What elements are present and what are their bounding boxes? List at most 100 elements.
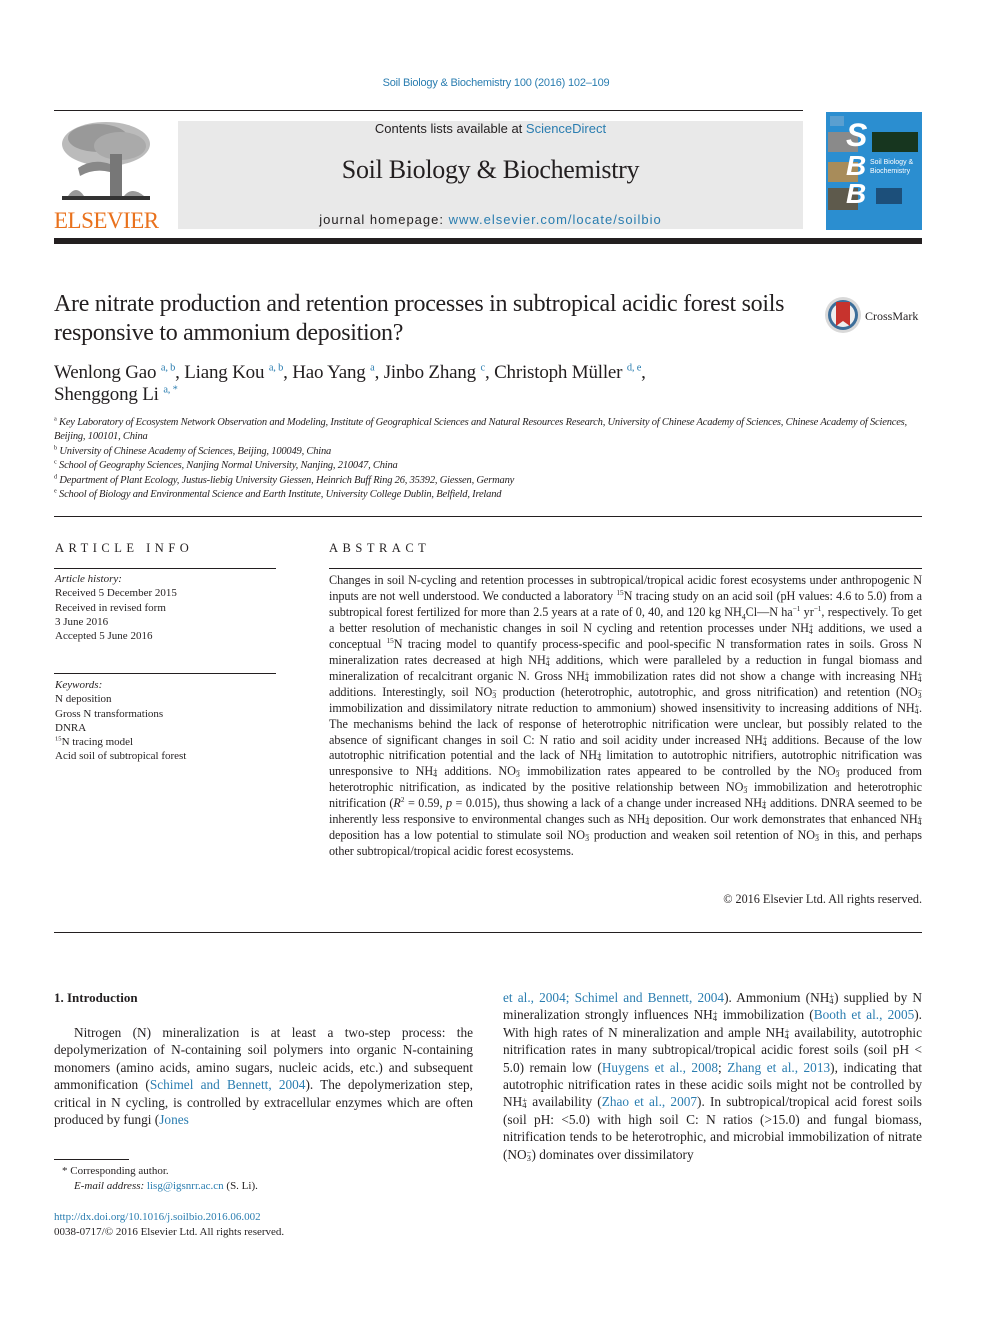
journal-title: Soil Biology & Biochemistry <box>341 155 640 184</box>
affiliation-text: School of Biology and Environmental Scie… <box>59 489 502 501</box>
history-item: Received 5 December 2015 <box>55 587 177 600</box>
sciencedirect-link[interactable]: ScienceDirect <box>526 121 606 136</box>
body-column-right: et al., 2004; Schimel and Bennett, 2004)… <box>503 990 923 1163</box>
crossmark-label: CrossMark <box>865 309 919 323</box>
homepage-line: journal homepage: www.elsevier.com/locat… <box>178 212 803 227</box>
abstract-copyright: © 2016 Elsevier Ltd. All rights reserved… <box>723 892 922 906</box>
keyword: Acid soil of subtropical forest <box>55 750 187 763</box>
citation-link[interactable]: Zhao et al., 2007 <box>602 1094 697 1109</box>
citation-link[interactable]: Huygens et al., 2008 <box>602 1060 718 1075</box>
footnotes: * Corresponding author. E-mail address: … <box>54 1164 384 1194</box>
cover-publisher-mark <box>830 116 844 126</box>
author-affiliation-marker[interactable]: c <box>481 363 486 374</box>
author[interactable]: Jinbo Zhang c <box>384 362 485 383</box>
history-label: Article history: <box>55 573 122 585</box>
article-history: Article history: Received 5 December 201… <box>55 572 277 643</box>
email-link[interactable]: lisg@igsnrr.ac.cn <box>147 1180 224 1192</box>
email-label: E-mail address: <box>74 1180 147 1192</box>
cover-letter-b: B <box>846 150 867 181</box>
author-name: Jinbo Zhang <box>383 362 476 383</box>
contents-line: Contents lists available at ScienceDirec… <box>178 121 803 136</box>
journal-homepage-link[interactable]: www.elsevier.com/locate/soilbio <box>449 212 662 227</box>
affiliation-text: Key Laboratory of Ecosystem Network Obse… <box>54 417 907 443</box>
divider <box>54 932 922 933</box>
doi-block: http://dx.doi.org/10.1016/j.soilbio.2016… <box>54 1210 384 1240</box>
affiliation: e School of Biology and Environmental Sc… <box>54 488 914 502</box>
author-name: Hao Yang <box>292 362 366 383</box>
cover-photo <box>876 188 902 204</box>
divider <box>329 568 922 569</box>
author-affiliation-marker[interactable]: d, e <box>627 363 641 374</box>
cover-title-line: Soil Biology & <box>870 159 914 166</box>
elsevier-logo[interactable]: ELSEVIER <box>54 118 159 233</box>
journal-reference-link[interactable]: Soil Biology & Biochemistry 100 (2016) 1… <box>0 77 992 89</box>
email-suffix: (S. Li). <box>223 1180 258 1192</box>
header-divider <box>54 238 922 244</box>
affiliation: a Key Laboratory of Ecosystem Network Ob… <box>54 416 914 445</box>
author[interactable]: Shenggong Li a, * <box>54 384 178 405</box>
affiliation-text: Department of Plant Ecology, Justus-lieb… <box>59 474 515 486</box>
contents-prefix: Contents lists available at <box>374 121 526 136</box>
affiliation: c School of Geography Sciences, Nanjing … <box>54 459 914 473</box>
affiliation: b University of Chinese Academy of Scien… <box>54 445 914 459</box>
affiliation-key: b <box>54 444 57 452</box>
divider <box>54 673 276 674</box>
author-name: Christoph Müller <box>494 362 623 383</box>
author[interactable]: Liang Kou a, b <box>184 362 283 383</box>
homepage-prefix: journal homepage: <box>319 212 449 227</box>
divider <box>54 568 276 569</box>
affiliation-list: a Key Laboratory of Ecosystem Network Ob… <box>54 416 914 502</box>
author[interactable]: Hao Yang a <box>292 362 375 383</box>
affiliation-key: a <box>54 415 57 423</box>
author[interactable]: Wenlong Gao a, b <box>54 362 175 383</box>
cover-letter-b2: B <box>846 178 867 209</box>
body-column-left: Nitrogen (N) mineralization is at least … <box>54 1025 473 1128</box>
citation-link[interactable]: Zhang et al., 2013 <box>727 1060 830 1075</box>
cover-letter-s: S <box>846 117 868 153</box>
affiliation-key: c <box>54 458 57 466</box>
cover-title-line: Biochemistry <box>870 168 911 175</box>
affiliation: d Department of Plant Ecology, Justus-li… <box>54 473 914 488</box>
affiliation-key: d <box>54 473 57 481</box>
history-item: 3 June 2016 <box>55 615 109 628</box>
abstract-heading: ABSTRACT <box>329 541 431 555</box>
citation-link[interactable]: Schimel and Bennett, 2004 <box>575 990 725 1005</box>
affiliation-text: University of Chinese Academy of Science… <box>59 445 332 457</box>
citation-link[interactable]: Jones <box>159 1112 189 1127</box>
divider <box>54 110 803 111</box>
author-affiliation-marker[interactable]: a, b <box>269 363 283 374</box>
email-line: E-mail address: lisg@igsnrr.ac.cn (S. Li… <box>54 1179 384 1194</box>
citation-link[interactable]: et al., 2004; <box>503 990 575 1005</box>
cover-photo <box>872 132 918 152</box>
keywords-label: Keywords: <box>55 679 103 691</box>
keyword: DNRA <box>55 721 87 734</box>
journal-cover-image[interactable]: S B B Soil Biology & Biochemistry <box>826 112 922 230</box>
keyword: Gross N transformations <box>55 707 164 720</box>
author-list: Wenlong Gao a, b, Liang Kou a, b, Hao Ya… <box>54 362 646 405</box>
article-title: Are nitrate production and retention pro… <box>54 291 785 346</box>
author-affiliation-marker[interactable]: a, * <box>163 385 177 396</box>
elsevier-tree-icon <box>58 118 154 204</box>
author[interactable]: Christoph Müller d, e <box>494 362 641 383</box>
abstract-text: Changes in soil N-cycling and retention … <box>329 573 923 859</box>
author-affiliation-marker[interactable]: a, b <box>161 363 175 374</box>
citation-link[interactable]: Booth et al., 2005 <box>814 1007 915 1022</box>
issn-line: 0038-0717/© 2016 Elsevier Ltd. All right… <box>54 1226 285 1238</box>
author-name: Shenggong Li <box>54 384 159 405</box>
footnote-divider <box>54 1159 129 1160</box>
author-name: Wenlong Gao <box>54 362 157 383</box>
elsevier-wordmark: ELSEVIER <box>54 208 159 233</box>
affiliation-text: School of Geography Sciences, Nanjing No… <box>59 460 398 472</box>
corresponding-author-note: * Corresponding author. <box>62 1165 169 1177</box>
history-item: Received in revised form <box>55 601 166 614</box>
author-affiliation-marker[interactable]: a <box>370 363 375 374</box>
affiliation-key: e <box>54 487 57 495</box>
article-info-heading: ARTICLE INFO <box>55 541 194 555</box>
keyword: 15N tracing model <box>55 735 134 749</box>
doi-link[interactable]: http://dx.doi.org/10.1016/j.soilbio.2016… <box>54 1211 261 1223</box>
crossmark-icon <box>825 297 861 333</box>
cover-title: Soil Biology & Biochemistry <box>870 158 913 176</box>
author-name: Liang Kou <box>184 362 265 383</box>
crossmark-button[interactable]: CrossMark <box>824 296 934 336</box>
citation-link[interactable]: Schimel and Bennett, 2004 <box>150 1077 306 1092</box>
